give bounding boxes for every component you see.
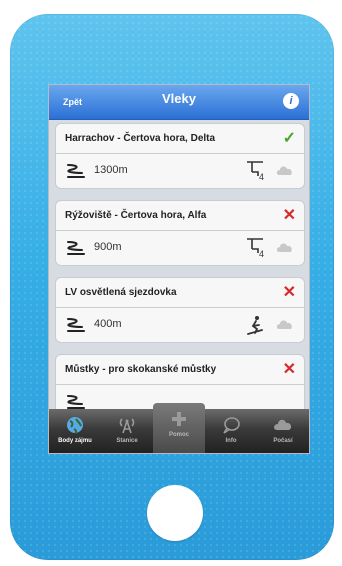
lift-length: 400m xyxy=(94,318,122,330)
app-screen: Zpět Vleky i Harrachov - Čertova hora, D… xyxy=(48,84,310,454)
slope-length-icon xyxy=(67,318,85,332)
lift-name: LV osvětlená sjezdovka ✕ xyxy=(56,278,304,308)
chairlift-4-icon: 4 xyxy=(247,161,264,182)
lift-name-text: LV osvětlená sjezdovka xyxy=(65,287,177,298)
lift-length: 1300m xyxy=(94,164,128,176)
navigation-bar: Zpět Vleky i xyxy=(49,85,309,120)
lift-detail: 1300m 4 xyxy=(56,154,304,188)
speech-bubble-icon xyxy=(223,417,240,434)
chairlift-4-icon: 4 xyxy=(247,238,264,259)
cloud-icon xyxy=(276,166,292,175)
status-open-icon: ✓ xyxy=(282,130,296,147)
page-title: Vleky xyxy=(162,91,196,106)
lift-card[interactable]: Rýžoviště - Čertova hora, Alfa ✕ 900m 4 xyxy=(55,200,305,266)
status-closed-icon: ✕ xyxy=(282,361,296,378)
lift-name: Rýžoviště - Čertova hora, Alfa ✕ xyxy=(56,201,304,231)
tab-label: Stanice xyxy=(116,438,138,444)
tab-bar: Body zájmu Stanice Pomoc Info Počasí xyxy=(49,403,309,453)
info-icon[interactable]: i xyxy=(283,93,299,109)
tab-label: Počasí xyxy=(273,438,293,444)
lift-detail: 400m xyxy=(56,308,304,342)
slope-length-icon xyxy=(67,241,85,255)
status-closed-icon: ✕ xyxy=(282,284,296,301)
cloud-icon xyxy=(274,419,292,430)
slope-length-icon xyxy=(67,164,85,178)
svg-text:4: 4 xyxy=(259,249,264,259)
tab-stanice[interactable]: Stanice xyxy=(101,409,153,453)
skier-icon xyxy=(247,316,263,335)
globe-icon xyxy=(67,417,83,434)
cloud-icon xyxy=(276,243,292,252)
lift-detail: 900m 4 xyxy=(56,231,304,265)
antenna-icon xyxy=(119,418,135,434)
tab-label: Info xyxy=(225,438,237,444)
tab-label: Body zájmu xyxy=(58,438,92,444)
lift-length: 900m xyxy=(94,241,122,253)
lift-name-text: Můstky - pro skokanské můstky xyxy=(65,364,217,375)
tab-pocasi[interactable]: Počasí xyxy=(257,409,309,453)
lift-name: Můstky - pro skokanské můstky ✕ xyxy=(56,355,304,385)
lift-name-text: Rýžoviště - Čertova hora, Alfa xyxy=(65,210,207,221)
svg-text:4: 4 xyxy=(259,172,264,182)
home-button[interactable] xyxy=(147,485,203,541)
lift-name: Harrachov - Čertova hora, Delta ✓ xyxy=(56,124,304,154)
lift-card[interactable]: Harrachov - Čertova hora, Delta ✓ 1300m … xyxy=(55,123,305,189)
cloud-icon xyxy=(276,320,292,329)
tab-label: Pomoc xyxy=(168,432,189,438)
tab-info[interactable]: Info xyxy=(205,409,257,453)
plus-icon xyxy=(172,412,186,426)
status-closed-icon: ✕ xyxy=(282,207,296,224)
lift-name-text: Harrachov - Čertova hora, Delta xyxy=(65,133,216,144)
slope-length-icon xyxy=(67,395,85,409)
lift-card[interactable]: LV osvětlená sjezdovka ✕ 400m xyxy=(55,277,305,343)
tab-body-zajmu[interactable]: Body zájmu xyxy=(49,409,101,453)
tab-pomoc[interactable]: Pomoc xyxy=(153,403,205,453)
